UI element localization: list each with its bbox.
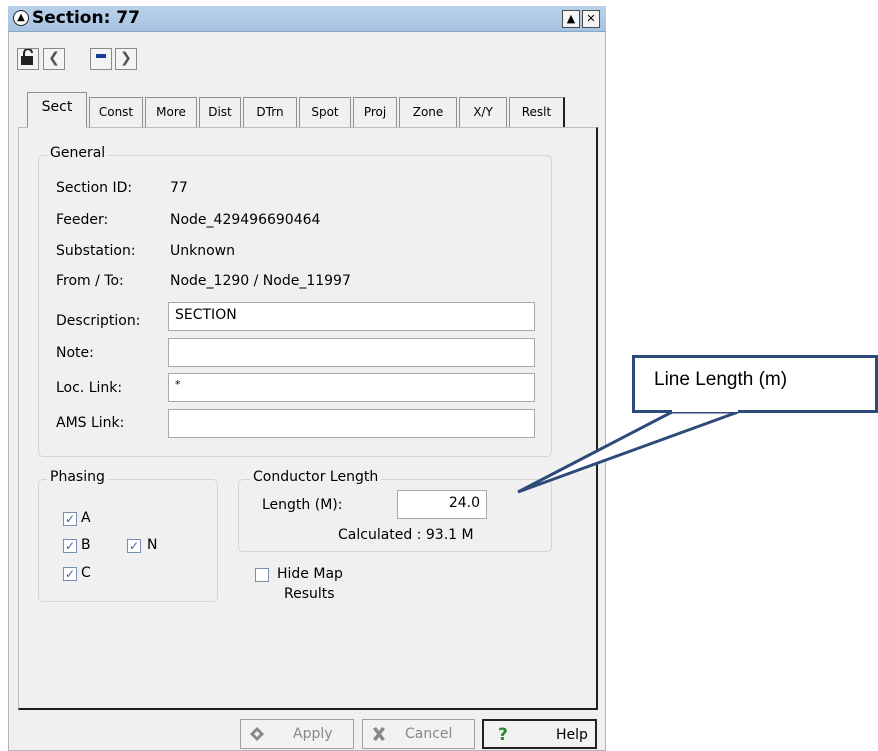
phase-n-label: N [147,537,158,553]
loc-link-label: Loc. Link: [56,380,123,396]
phase-c-checkbox[interactable]: ✓ [63,567,77,581]
help-button[interactable]: ? Help [482,719,597,749]
callout-text: Line Length (m) [654,369,788,390]
hide-map-label-line1: Hide Map [277,566,343,582]
minus-icon[interactable] [90,48,112,70]
description-label: Description: [56,313,141,329]
note-label: Note: [56,345,94,361]
tab-zone[interactable]: Zone [399,97,457,127]
window-title: Section: 77 [32,8,140,28]
phasing-group-title: Phasing [47,469,108,485]
apply-label: Apply [293,726,333,742]
calculated-length: Calculated : 93.1 M [338,527,474,543]
tab-dist[interactable]: Dist [199,97,241,127]
tab-sect[interactable]: Sect [27,92,87,128]
phase-c-label: C [81,565,91,581]
hide-map-label-line2: Results [284,586,335,602]
tab-reslt[interactable]: Reslt [509,97,565,127]
phase-a-checkbox[interactable]: ✓ [63,512,77,526]
apply-button[interactable]: Apply [240,719,354,749]
tab-dtrn[interactable]: DTrn [243,97,297,127]
help-icon: ? [498,725,508,745]
phase-a-label: A [81,510,91,526]
lock-icon[interactable] [17,48,39,70]
conductor-length-title: Conductor Length [250,469,382,485]
section-id-label: Section ID: [56,180,133,196]
phase-n-checkbox[interactable]: ✓ [127,539,141,553]
window-menu-icon[interactable]: ▲ [13,10,29,26]
callout-bottom-left [632,410,672,413]
note-field[interactable] [168,338,535,367]
cancel-icon [373,727,385,741]
tab-xy[interactable]: X/Y [459,97,507,127]
tab-proj[interactable]: Proj [353,97,397,127]
cancel-label: Cancel [405,726,453,742]
tab-spot[interactable]: Spot [299,97,351,127]
feeder-value: Node_429496690464 [170,212,321,228]
length-label: Length (M): [262,497,343,513]
from-to-label: From / To: [56,273,124,289]
previous-icon[interactable]: ❮ [43,48,65,70]
close-button[interactable]: ✕ [582,10,600,28]
feeder-label: Feeder: [56,212,109,228]
cancel-button[interactable]: Cancel [362,719,475,749]
help-label: Help [556,727,588,743]
ams-link-label: AMS Link: [56,415,125,431]
loc-link-field[interactable]: * [168,373,535,402]
length-field[interactable]: 24.0 [397,490,487,519]
tab-const[interactable]: Const [89,97,143,127]
next-icon[interactable]: ❯ [115,48,137,70]
hide-map-results-checkbox[interactable] [255,568,269,582]
substation-label: Substation: [56,243,136,259]
phase-b-checkbox[interactable]: ✓ [63,539,77,553]
callout-bottom-right [738,410,878,413]
general-group-title: General [47,145,109,161]
description-field[interactable]: SECTION [168,302,535,331]
ams-link-field[interactable] [168,409,535,438]
from-to-value: Node_1290 / Node_11997 [170,273,351,289]
apply-icon [250,727,264,741]
collapse-button[interactable]: ▲ [562,10,580,28]
substation-value: Unknown [170,243,235,259]
phase-b-label: B [81,537,91,553]
section-id-value: 77 [170,180,188,196]
tab-more[interactable]: More [145,97,197,127]
